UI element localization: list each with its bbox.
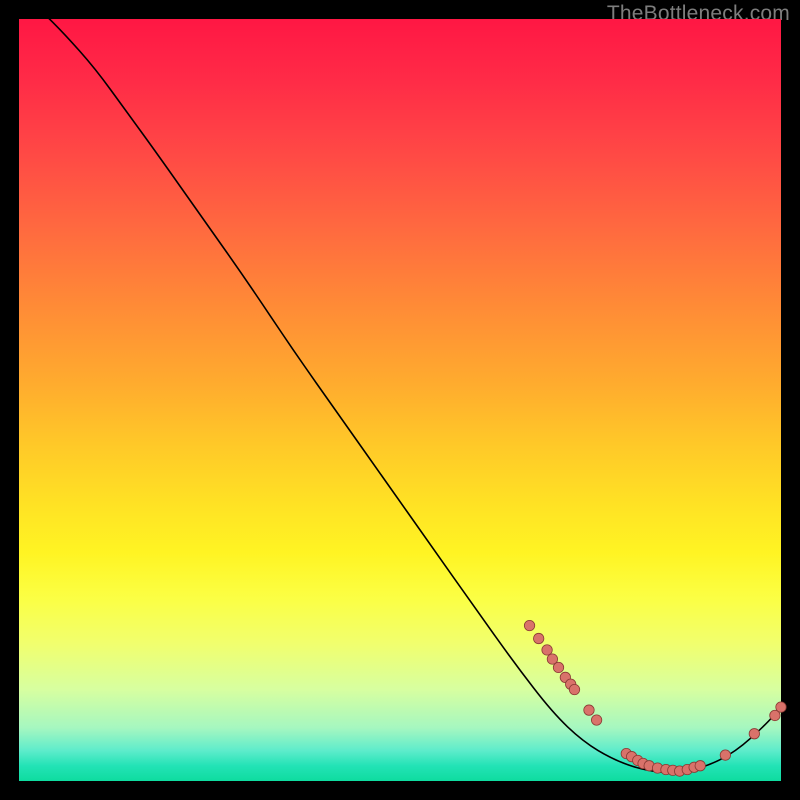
chart-stage: TheBottleneck.com (0, 0, 800, 800)
data-dot (569, 684, 579, 694)
data-dot (533, 633, 543, 643)
scatter-dots (524, 620, 786, 776)
data-dot (720, 750, 730, 760)
data-dot (776, 702, 786, 712)
plot-area (19, 19, 781, 781)
data-dot (749, 729, 759, 739)
data-dot (542, 645, 552, 655)
data-dot (591, 715, 601, 725)
data-dot (553, 662, 563, 672)
bottleneck-curve (42, 11, 781, 772)
data-dot (695, 761, 705, 771)
data-dot (524, 620, 534, 630)
data-dot (584, 705, 594, 715)
plot-svg (19, 19, 781, 781)
